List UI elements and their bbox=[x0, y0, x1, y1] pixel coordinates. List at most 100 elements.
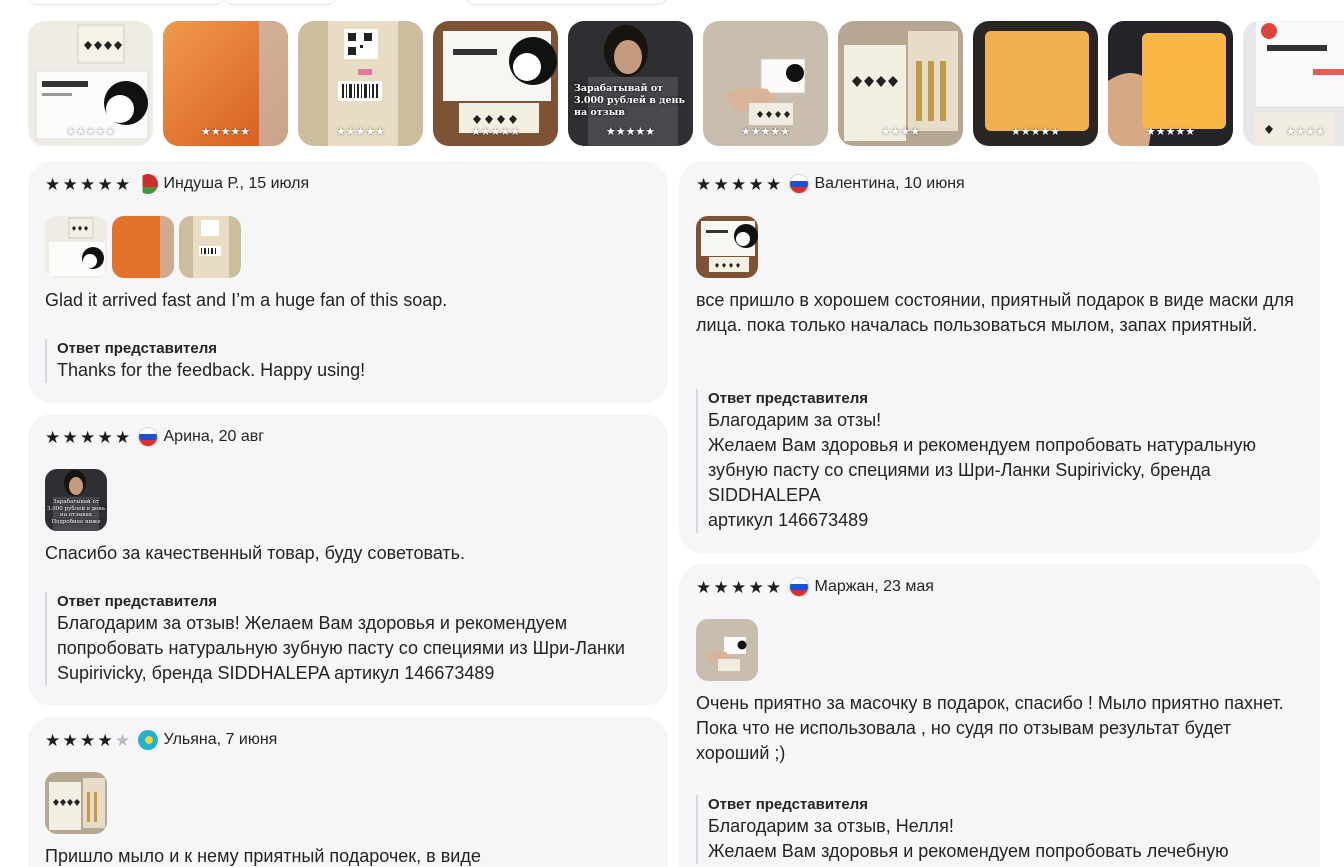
seller-reply: Ответ представителя Thanks for the feedb… bbox=[45, 339, 646, 383]
review-photos bbox=[696, 619, 758, 681]
star-icon: ★ bbox=[97, 730, 113, 750]
reply-header: Ответ представителя bbox=[57, 593, 218, 610]
review-photos bbox=[696, 216, 758, 278]
star-icon: ★ bbox=[97, 427, 113, 447]
review-text: Спасибо за качественный товар, буду сове… bbox=[45, 543, 466, 563]
star-icon: ★ bbox=[766, 174, 782, 194]
star-icon: ★ bbox=[80, 427, 96, 447]
review-author: Ульяна, 7 июня bbox=[163, 731, 278, 748]
package-barcode-photo bbox=[179, 216, 241, 278]
star-empty-icon: ★ bbox=[115, 730, 131, 750]
soap-box-photo bbox=[696, 216, 758, 278]
soap-box-photo bbox=[45, 216, 107, 278]
review-photo[interactable] bbox=[696, 619, 758, 681]
star-icon: ★ bbox=[80, 730, 96, 750]
review-photo[interactable] bbox=[696, 216, 758, 278]
russia-flag-icon bbox=[137, 427, 158, 447]
review-photo[interactable]: Зарабатывай от 3.000 рублей в день на от… bbox=[45, 469, 107, 531]
star-icon: ★ bbox=[115, 174, 131, 194]
star-icon: ★ bbox=[766, 577, 782, 597]
star-icon: ★ bbox=[748, 577, 764, 597]
review-photo[interactable] bbox=[179, 216, 241, 278]
thumb-rating: ★★★★★ bbox=[1145, 126, 1196, 138]
star-icon: ★ bbox=[80, 174, 96, 194]
star-icon: ★ bbox=[62, 427, 78, 447]
thumb-overlay-text: Зарабатывай от 3.000 рублей в день на от… bbox=[574, 83, 685, 118]
star-icon: ★ bbox=[45, 427, 61, 447]
star-icon: ★ bbox=[731, 577, 747, 597]
review-author: Арина, 20 авг bbox=[163, 428, 265, 445]
russia-flag-icon bbox=[788, 577, 809, 597]
gallery-thumb[interactable]: ★★★★ bbox=[1243, 21, 1344, 146]
gallery-thumb[interactable]: ★★★★ bbox=[838, 21, 963, 146]
review-photo[interactable] bbox=[45, 772, 107, 834]
gallery-thumb[interactable]: ★★★★★ bbox=[298, 21, 423, 146]
gallery-thumb[interactable]: ★★★★★ bbox=[703, 21, 828, 146]
thumb-rating: ★★★★★ bbox=[1010, 126, 1061, 138]
star-icon: ★ bbox=[696, 174, 712, 194]
gallery-thumb[interactable]: ★★★★★ bbox=[28, 21, 153, 146]
review-photos bbox=[45, 216, 241, 278]
star-icon: ★ bbox=[45, 730, 61, 750]
gallery-thumb[interactable]: ★★★★★ bbox=[1108, 21, 1233, 146]
review-text: Пришло мыло и к нему приятный подарочек,… bbox=[45, 846, 481, 866]
star-icon: ★ bbox=[62, 174, 78, 194]
review-photos: Зарабатывай от 3.000 рублей в день на от… bbox=[45, 469, 107, 531]
rating-stars: ★ ★ ★ ★ ★ bbox=[45, 429, 132, 446]
review-photo[interactable] bbox=[45, 216, 107, 278]
star-icon: ★ bbox=[748, 174, 764, 194]
sort-chip[interactable] bbox=[466, 0, 666, 5]
rating-stars: ★ ★ ★ ★ ★ bbox=[45, 176, 132, 193]
rating-stars: ★ ★ ★ ★ ★ bbox=[696, 579, 783, 596]
star-icon: ★ bbox=[713, 174, 729, 194]
reply-header: Ответ представителя bbox=[708, 796, 869, 813]
review-photos bbox=[45, 772, 107, 834]
star-icon: ★ bbox=[45, 174, 61, 194]
review-header: ★ ★ ★ ★ ★ Валентина, 10 июня bbox=[696, 174, 965, 194]
review-photo-gallery: ★★★★★ ★★★★★ ★★★★★ ★★★★★ Зарабатывай от 3… bbox=[28, 21, 1344, 146]
review-photo[interactable] bbox=[112, 216, 174, 278]
review-card: ★ ★ ★ ★ ★ Валентина, 10 июня все пришло в хо… bbox=[679, 161, 1320, 553]
review-header: ★ ★ ★ ★ ★ Индуша Р., 15 июля bbox=[45, 174, 309, 194]
reply-text: Благодарим за отзыв! Желаем Вам здоровья… bbox=[57, 613, 625, 683]
belarus-flag-icon bbox=[137, 174, 158, 194]
star-icon: ★ bbox=[97, 174, 113, 194]
photo-overlay-text: Зарабатывай от 3.000 рублей в день на от… bbox=[47, 499, 105, 525]
star-icon: ★ bbox=[696, 577, 712, 597]
filter-chip[interactable] bbox=[224, 0, 336, 5]
filter-chip[interactable] bbox=[28, 0, 224, 5]
seller-reply: Ответ представителя Благодарим за отзыв,… bbox=[696, 795, 1298, 864]
top-controls-strip bbox=[28, 0, 668, 5]
thumb-rating: ★★★★★ bbox=[200, 126, 251, 138]
reply-header: Ответ представителя bbox=[708, 390, 869, 407]
gallery-thumb[interactable]: Зарабатывай от 3.000 рублей в день на от… bbox=[568, 21, 693, 146]
kazakhstan-flag-icon bbox=[137, 730, 158, 750]
reply-text: Благодарим за отзы! Желаем Вам здоровья … bbox=[708, 410, 1256, 530]
thumb-rating: ★★★★★ bbox=[65, 126, 116, 138]
review-text: Glad it arrived fast and I’m a huge fan … bbox=[45, 290, 448, 310]
seller-reply: Ответ представителя Благодарим за отзы! … bbox=[696, 389, 1298, 533]
gallery-thumb[interactable]: ★★★★★ bbox=[163, 21, 288, 146]
review-text: Очень приятно за масочку в подарок, спас… bbox=[696, 693, 1284, 763]
review-card: ★ ★ ★ ★ ★ Индуша Р., 15 июля Glad it arrived… bbox=[28, 161, 668, 403]
review-card: ★ ★ ★ ★ ★ Ульяна, 7 июня Пришло мыло и к нем… bbox=[28, 717, 668, 867]
reply-header: Ответ представителя bbox=[57, 340, 218, 357]
review-header: ★ ★ ★ ★ ★ Ульяна, 7 июня bbox=[45, 730, 277, 750]
russia-flag-icon bbox=[788, 174, 809, 194]
gallery-thumb[interactable]: ★★★★★ bbox=[973, 21, 1098, 146]
review-card: ★ ★ ★ ★ ★ Арина, 20 авг Зарабатывай от 3.000… bbox=[28, 414, 668, 706]
rating-stars: ★ ★ ★ ★ ★ bbox=[696, 176, 783, 193]
thumb-rating: ★★★★★ bbox=[470, 126, 521, 138]
star-icon: ★ bbox=[731, 174, 747, 194]
thumb-rating: ★★★★★ bbox=[740, 126, 791, 138]
review-header: ★ ★ ★ ★ ★ Маржан, 23 мая bbox=[696, 577, 934, 597]
review-header: ★ ★ ★ ★ ★ Арина, 20 авг bbox=[45, 427, 264, 447]
gallery-thumb[interactable]: ★★★★★ bbox=[433, 21, 558, 146]
review-author: Маржан, 23 мая bbox=[814, 578, 934, 595]
review-author: Валентина, 10 июня bbox=[814, 175, 965, 192]
thumb-rating: ★★★★ bbox=[1285, 126, 1326, 138]
rating-stars: ★ ★ ★ ★ ★ bbox=[45, 732, 132, 749]
reply-text: Благодарим за отзыв, Нелля! Желаем Вам з… bbox=[708, 816, 1229, 861]
review-card: ★ ★ ★ ★ ★ Маржан, 23 мая Очень приятно за ма… bbox=[679, 564, 1320, 867]
star-icon: ★ bbox=[115, 427, 131, 447]
